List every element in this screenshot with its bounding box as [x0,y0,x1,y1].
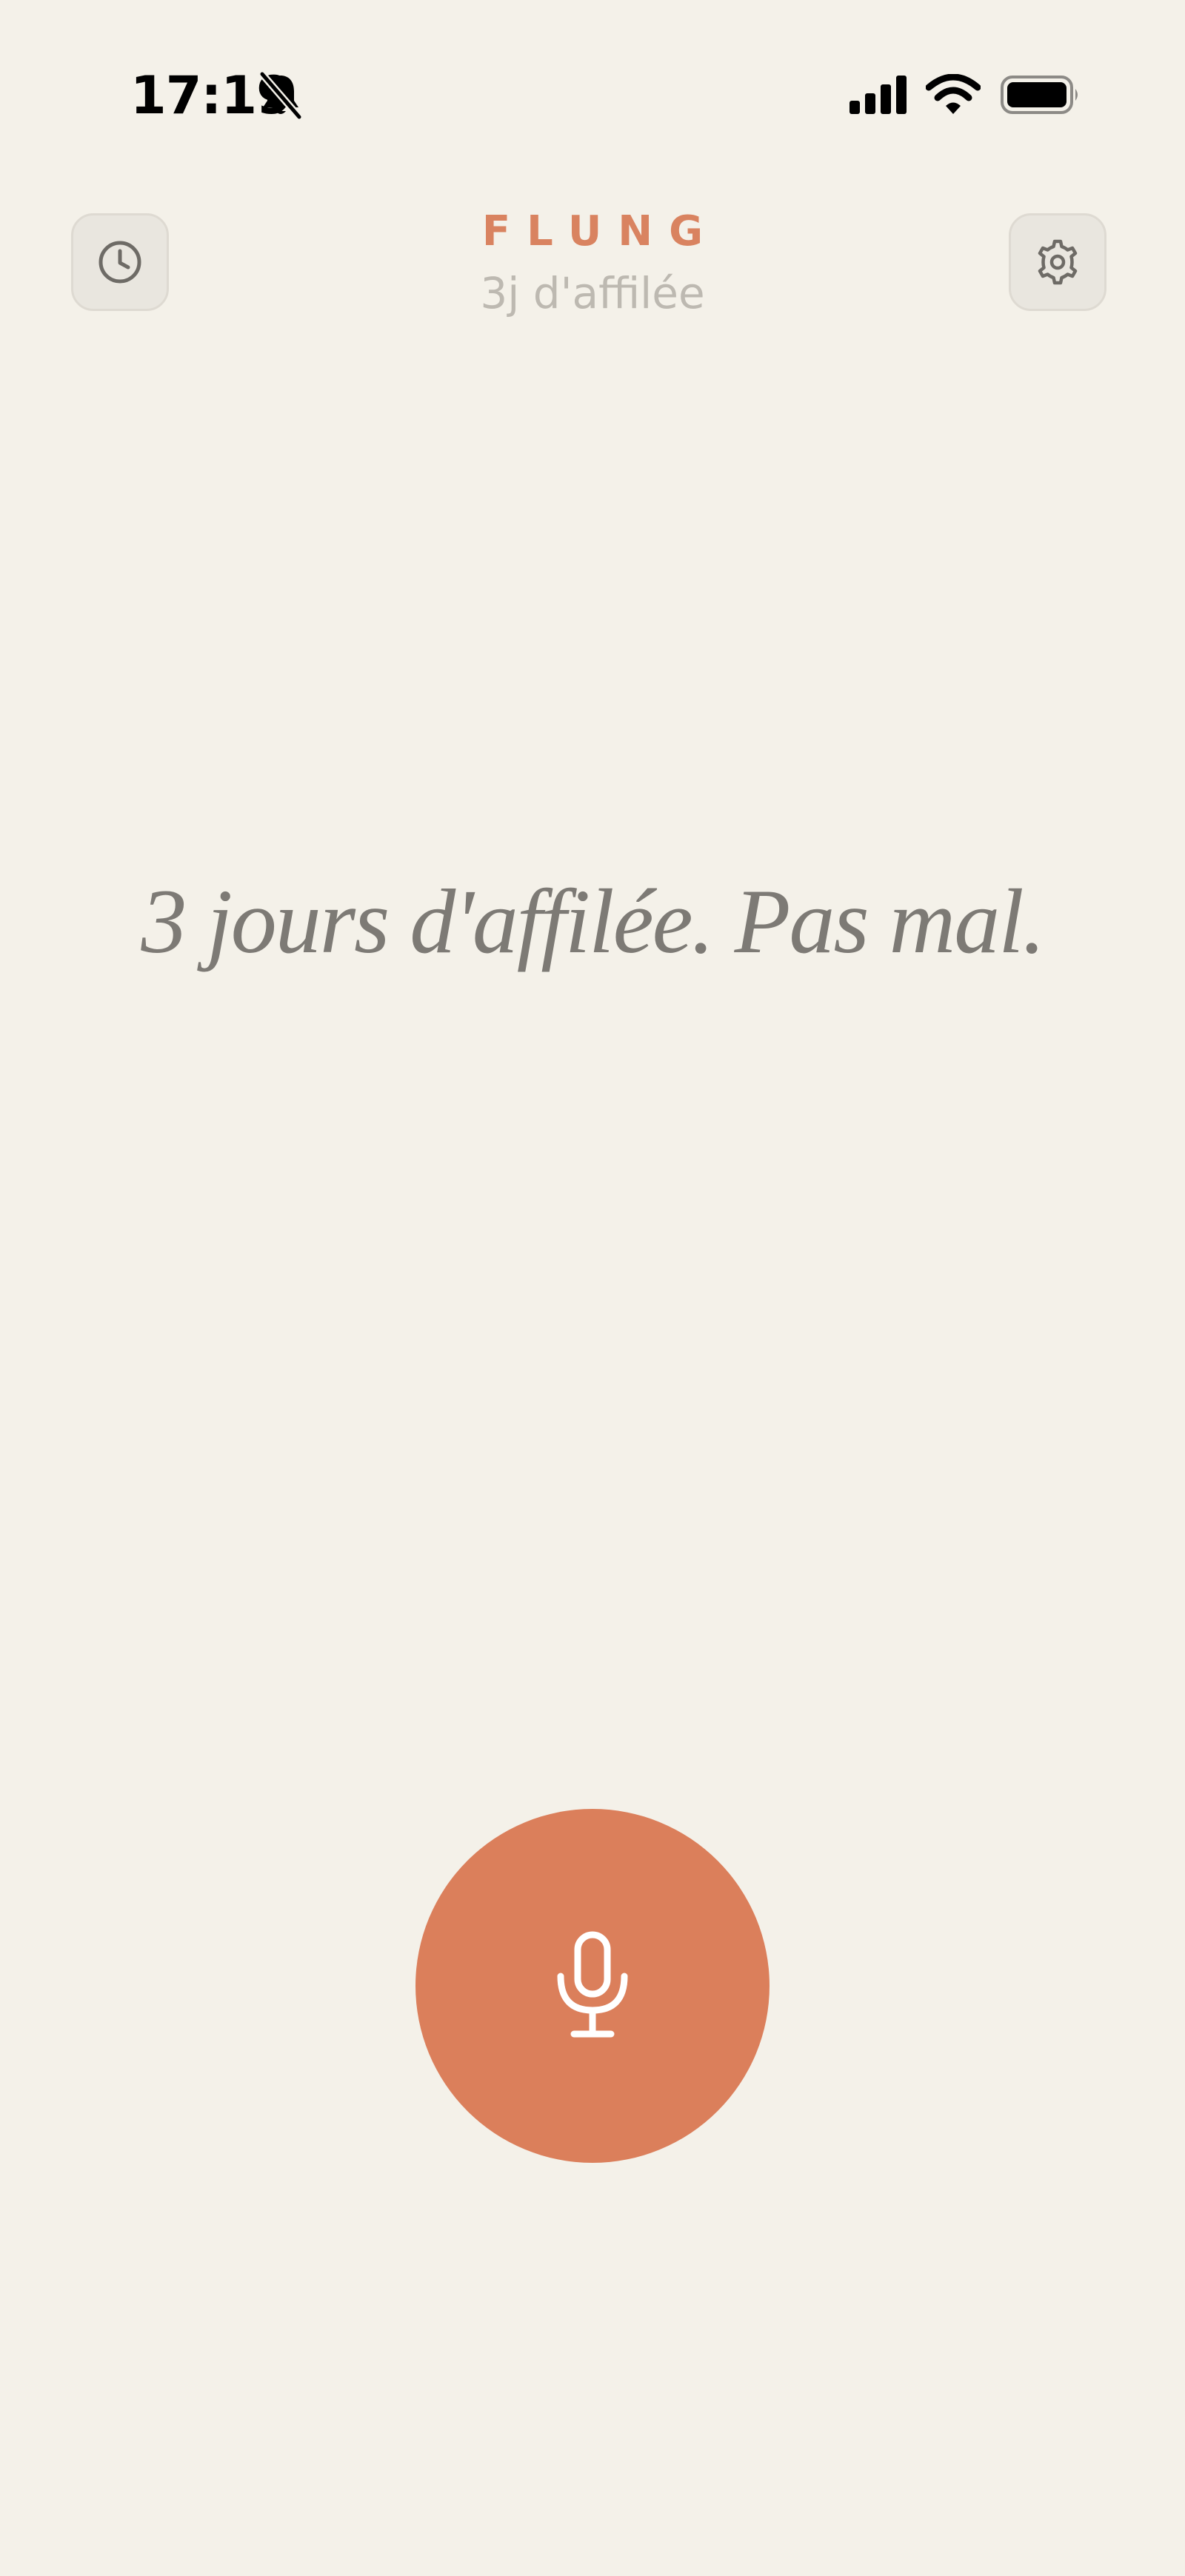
streak-message: 3 jours d'affilée. Pas mal. [141,871,1045,972]
streak-subtitle: 3j d'affilée [480,268,705,318]
wifi-icon [926,74,981,114]
gear-icon [1038,239,1078,285]
app-title: FLUNG [481,207,720,255]
cellular-signal-icon [849,76,907,114]
battery-icon [1001,76,1078,114]
microphone-icon [557,1931,628,2038]
record-button[interactable] [415,1809,770,2163]
settings-button[interactable] [1009,213,1106,311]
bell-slash-icon [258,71,303,120]
